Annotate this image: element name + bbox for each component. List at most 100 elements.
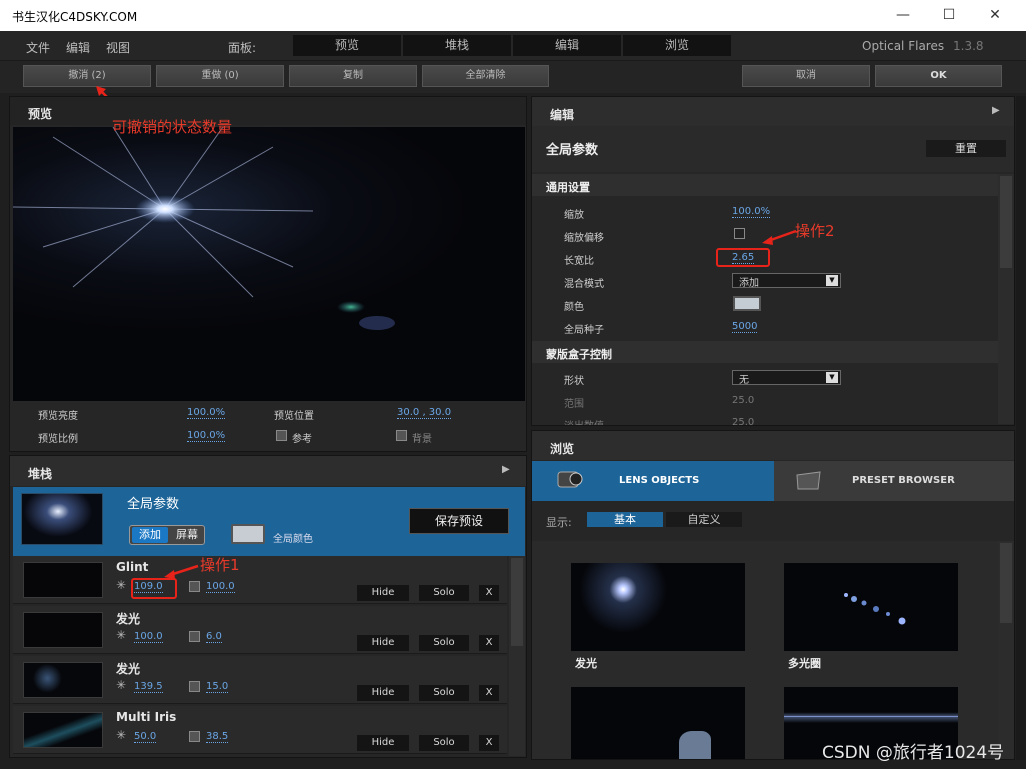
group-general-header[interactable]: 通用设置 <box>532 174 998 196</box>
filter-custom[interactable]: 自定义 <box>666 512 742 527</box>
remove-button[interactable]: X <box>479 685 499 701</box>
solo-button[interactable]: Solo <box>419 585 469 601</box>
blend-mode-label: 混合模式 <box>564 279 604 290</box>
background-checkbox[interactable] <box>396 430 407 441</box>
stack-item-scale[interactable]: 6.0 <box>206 631 222 643</box>
stack-row[interactable]: 发光 ✳ 100.0 6.0 Hide Solo X <box>13 606 507 654</box>
shape-value: 无 <box>739 375 749 386</box>
preview-viewport[interactable] <box>13 127 525 401</box>
hide-button[interactable]: Hide <box>357 735 409 751</box>
scale-value[interactable]: 100.0% <box>732 206 771 218</box>
hide-button[interactable]: Hide <box>357 585 409 601</box>
global-params-title: 全局参数 <box>127 497 180 512</box>
preset-thumbnail[interactable] <box>571 563 745 651</box>
blend-mode-select[interactable]: 添加 ▼ <box>732 273 841 289</box>
copy-button[interactable]: 复制 <box>289 65 417 87</box>
global-params-row[interactable]: 全局参数 添加 屏幕 全局颜色 保存预设 <box>13 487 525 556</box>
right-edge-strip <box>1016 96 1026 760</box>
stack-row[interactable]: 发光 ✳ 139.5 15.0 Hide Solo X <box>13 656 507 704</box>
stack-item-brightness[interactable]: 139.5 <box>134 681 163 693</box>
solo-button[interactable]: Solo <box>419 635 469 651</box>
preview-position-value[interactable]: 30.0 , 30.0 <box>397 407 452 419</box>
lens-flare-image <box>13 127 395 330</box>
hide-button[interactable]: Hide <box>357 635 409 651</box>
hide-button[interactable]: Hide <box>357 685 409 701</box>
scale-offset-checkbox[interactable] <box>734 228 745 239</box>
undo-button[interactable]: 撤消 (2) <box>23 65 151 87</box>
global-color-swatch[interactable] <box>231 524 265 544</box>
minimize-button[interactable]: — <box>880 0 926 31</box>
scale-label: 缩放 <box>564 210 584 221</box>
menu-file[interactable]: 文件 <box>26 39 50 56</box>
chevron-down-icon: ▼ <box>826 372 838 383</box>
browse-scrollbar[interactable] <box>998 541 1014 759</box>
stack-scrollbar-thumb[interactable] <box>511 558 523 646</box>
edit-scrollbar[interactable] <box>998 174 1014 424</box>
save-preset-button[interactable]: 保存预设 <box>409 508 509 534</box>
preview-scale-value[interactable]: 100.0% <box>187 430 226 442</box>
stack-expand-icon[interactable]: ▶ <box>502 464 518 480</box>
fade-row-clipped: 淡出数值 25.0 <box>532 415 998 425</box>
cancel-button[interactable]: 取消 <box>742 65 870 87</box>
close-button[interactable]: ✕ <box>972 0 1018 31</box>
color-swatch[interactable] <box>733 296 761 311</box>
stack-item-brightness[interactable]: 100.0 <box>134 631 163 643</box>
preview-brightness-value[interactable]: 100.0% <box>187 407 226 419</box>
menu-view[interactable]: 视图 <box>106 39 130 56</box>
blend-add-option[interactable]: 添加 <box>132 527 168 543</box>
preset-thumbnail[interactable] <box>784 563 958 651</box>
app-version: 1.3.8 <box>953 39 984 53</box>
remove-button[interactable]: X <box>479 635 499 651</box>
maximize-button[interactable]: ☐ <box>926 0 972 31</box>
fade-value: 25.0 <box>732 417 755 425</box>
blend-toggle[interactable]: 添加 屏幕 <box>129 525 205 545</box>
window-title: 书生汉化C4DSKY.COM <box>12 10 138 24</box>
stack-item-thumbnail <box>23 662 103 698</box>
stack-item-scale[interactable]: 38.5 <box>206 731 229 743</box>
remove-button[interactable]: X <box>479 585 499 601</box>
group-mask-header[interactable]: 蒙版盒子控制 <box>532 341 998 363</box>
reset-button[interactable]: 重置 <box>926 140 1006 157</box>
tab-lens-objects[interactable]: LENS OBJECTS <box>532 461 774 501</box>
stack-row[interactable]: Glint ✳ 109.0 100.0 Hide Solo X <box>13 556 507 604</box>
stack-scrollbar[interactable] <box>509 556 525 756</box>
browse-title: 浏览 <box>532 431 1014 460</box>
stack-item-brightness[interactable]: 50.0 <box>134 731 157 743</box>
remove-button[interactable]: X <box>479 735 499 751</box>
menu-edit[interactable]: 编辑 <box>66 39 90 56</box>
panel-tab-stack[interactable]: 堆栈 <box>403 35 511 56</box>
preview-scale-label: 预览比例 <box>38 434 78 445</box>
edit-expand-icon[interactable]: ▶ <box>992 105 1008 121</box>
edit-scrollbar-thumb[interactable] <box>1000 176 1012 268</box>
range-value[interactable]: 25.0 <box>732 395 754 406</box>
tab-preset-browser[interactable]: PRESET BROWSER <box>774 461 1014 501</box>
blend-screen-option[interactable]: 屏幕 <box>170 527 204 543</box>
preview-brightness-label: 预览亮度 <box>38 411 78 422</box>
seed-value[interactable]: 5000 <box>732 321 758 333</box>
tab-preset-browser-label: PRESET BROWSER <box>852 475 955 486</box>
stack-row[interactable]: Multi Iris ✳ 50.0 38.5 Hide Solo X <box>13 706 507 754</box>
stack-item-scale[interactable]: 100.0 <box>206 581 235 593</box>
preset-thumbnail[interactable] <box>571 687 745 759</box>
shape-label: 形状 <box>564 376 584 387</box>
panel-tab-preview[interactable]: 预览 <box>293 35 401 56</box>
scale-icon <box>189 581 200 592</box>
clear-all-button[interactable]: 全部清除 <box>422 65 549 87</box>
panel-tab-browse[interactable]: 浏览 <box>623 35 731 56</box>
app-name: Optical Flares <box>862 39 945 53</box>
background-label: 背景 <box>412 434 432 445</box>
tab-lens-objects-label: LENS OBJECTS <box>619 475 700 486</box>
stack-item-scale[interactable]: 15.0 <box>206 681 229 693</box>
stack-item-name: 发光 <box>116 662 141 676</box>
redo-button[interactable]: 重做 (0) <box>156 65 284 87</box>
title-bar: 书生汉化C4DSKY.COM — ☐ ✕ <box>0 0 1026 31</box>
filter-basic[interactable]: 基本 <box>587 512 663 527</box>
ok-button[interactable]: OK <box>875 65 1002 87</box>
shape-select[interactable]: 无 ▼ <box>732 370 841 386</box>
solo-button[interactable]: Solo <box>419 735 469 751</box>
browse-scrollbar-thumb[interactable] <box>1000 543 1012 623</box>
show-label: 显示: <box>546 516 572 529</box>
panel-tab-edit[interactable]: 编辑 <box>513 35 621 56</box>
solo-button[interactable]: Solo <box>419 685 469 701</box>
reference-checkbox[interactable] <box>276 430 287 441</box>
